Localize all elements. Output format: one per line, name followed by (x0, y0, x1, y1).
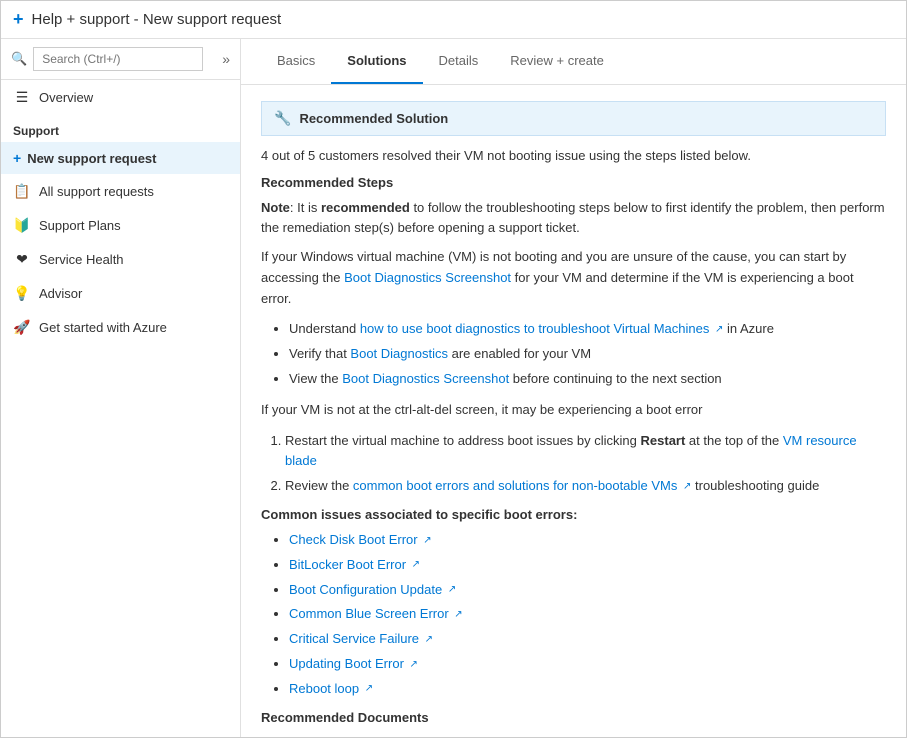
external-link-icon: ↗ (454, 609, 462, 620)
boot-diagnostics-screenshot-link-1[interactable]: Boot Diagnostics Screenshot (344, 270, 511, 285)
list-item: Review the common boot errors and soluti… (285, 476, 886, 497)
common-blue-screen-error-link[interactable]: Common Blue Screen Error (289, 606, 449, 621)
list-item: Restart the virtual machine to address b… (285, 431, 886, 473)
sidebar-item-label: New support request (27, 151, 156, 166)
sidebar-item-label: Get started with Azure (39, 320, 167, 335)
bullets-list-1: Understand how to use boot diagnostics t… (289, 319, 886, 389)
list-item: Verify that Boot Diagnostics are enabled… (289, 344, 886, 365)
tab-details[interactable]: Details (423, 39, 495, 84)
recommended-solution-box: 🔧 Recommended Solution (261, 101, 886, 136)
advisor-icon: 💡 (13, 284, 31, 302)
plus-icon: + (13, 150, 21, 166)
external-link-icon: ↗ (448, 584, 456, 595)
recommended-docs-heading: Recommended Documents (261, 710, 886, 725)
external-link-icon: ↗ (715, 324, 723, 335)
external-link-icon: ↗ (410, 659, 418, 670)
recommended-solution-header: 🔧 Recommended Solution (262, 102, 885, 135)
para2: If your VM is not at the ctrl-alt-del sc… (261, 400, 886, 421)
sidebar-item-new-support-request[interactable]: + New support request (1, 142, 240, 174)
tab-basics[interactable]: Basics (261, 39, 331, 84)
sidebar-item-advisor[interactable]: 💡 Advisor (1, 276, 240, 310)
sidebar-item-overview[interactable]: ☰ Overview (1, 80, 240, 114)
list-item: View the Boot Diagnostics Screenshot bef… (289, 369, 886, 390)
list-item: Updating Boot Error ↗ (289, 654, 886, 675)
list-item: Review the RDP troubleshooting guide ↗ (289, 733, 886, 737)
solution-content: 4 out of 5 customers resolved their VM n… (241, 136, 906, 737)
steps-heading: Recommended Steps (261, 175, 886, 190)
list-item: BitLocker Boot Error ↗ (289, 555, 886, 576)
tab-solutions[interactable]: Solutions (331, 39, 422, 84)
external-link-icon: ↗ (412, 559, 420, 570)
wrench-icon: 🔧 (274, 110, 291, 127)
common-boot-errors-link[interactable]: common boot errors and solutions for non… (353, 478, 677, 493)
note-block: Note: It is recommended to follow the tr… (261, 198, 886, 237)
list-item: Reboot loop ↗ (289, 679, 886, 700)
sidebar-item-label: Overview (39, 90, 93, 105)
heart-icon: ❤ (13, 250, 31, 268)
boot-errors-list: Check Disk Boot Error ↗ BitLocker Boot E… (289, 530, 886, 700)
sidebar-item-label: Service Health (39, 252, 124, 267)
app-icon: + (13, 9, 24, 30)
search-icon: 🔍 (11, 51, 27, 67)
sidebar-item-label: Support Plans (39, 218, 121, 233)
right-panel: Basics Solutions Details Review + create… (241, 39, 906, 737)
stat-line: 4 out of 5 customers resolved their VM n… (261, 148, 886, 163)
rdp-troubleshooting-guide-link[interactable]: Review the RDP troubleshooting guide (289, 735, 512, 737)
sidebar-item-label: All support requests (39, 184, 154, 199)
external-link-icon: ↗ (425, 634, 433, 645)
updating-boot-error-link[interactable]: Updating Boot Error (289, 656, 404, 671)
rocket-icon: 🚀 (13, 318, 31, 336)
boot-diagnostics-link[interactable]: Boot Diagnostics (350, 346, 448, 361)
list-item: Check Disk Boot Error ↗ (289, 530, 886, 551)
external-link-icon: ↗ (365, 683, 373, 694)
search-input[interactable] (33, 47, 203, 71)
external-link-icon: ↗ (423, 535, 431, 546)
sidebar-item-support-plans[interactable]: 🔰 Support Plans (1, 208, 240, 242)
boot-diagnostics-troubleshoot-link[interactable]: how to use boot diagnostics to troublesh… (360, 321, 710, 336)
sidebar-item-get-started[interactable]: 🚀 Get started with Azure (1, 310, 240, 344)
list-icon: 📋 (13, 182, 31, 200)
sidebar-item-label: Advisor (39, 286, 82, 301)
list-item: Boot Configuration Update ↗ (289, 580, 886, 601)
support-section-label: Support (1, 114, 240, 142)
collapse-icon[interactable]: » (222, 51, 230, 67)
sidebar-item-service-health[interactable]: ❤ Service Health (1, 242, 240, 276)
boot-diagnostics-screenshot-link-2[interactable]: Boot Diagnostics Screenshot (342, 371, 509, 386)
critical-service-failure-link[interactable]: Critical Service Failure (289, 631, 419, 646)
recommended-solution-title: Recommended Solution (299, 111, 448, 126)
para1: If your Windows virtual machine (VM) is … (261, 247, 886, 309)
shield-icon: 🔰 (13, 216, 31, 234)
overview-icon: ☰ (13, 88, 31, 106)
list-item: Understand how to use boot diagnostics t… (289, 319, 886, 340)
search-box: 🔍 » (1, 39, 240, 80)
check-disk-boot-error-link[interactable]: Check Disk Boot Error (289, 532, 418, 547)
external-link-icon: ↗ (683, 481, 691, 492)
page-title: Help + support - New support request (32, 11, 282, 28)
vm-resource-blade-link[interactable]: VM resource blade (285, 433, 857, 469)
list-item: Common Blue Screen Error ↗ (289, 604, 886, 625)
tab-review-create[interactable]: Review + create (494, 39, 620, 84)
wizard-tabs: Basics Solutions Details Review + create (241, 39, 906, 85)
sidebar-nav: ☰ Overview Support + New support request… (1, 80, 240, 737)
docs-list: Review the RDP troubleshooting guide ↗ A… (289, 733, 886, 737)
common-issues-heading: Common issues associated to specific boo… (261, 507, 886, 522)
content-area: 🔧 Recommended Solution 4 out of 5 custom… (241, 85, 906, 737)
sidebar: 🔍 » ☰ Overview Support + New support req… (1, 39, 241, 737)
reboot-loop-link[interactable]: Reboot loop (289, 681, 359, 696)
numbered-list-1: Restart the virtual machine to address b… (285, 431, 886, 497)
boot-configuration-update-link[interactable]: Boot Configuration Update (289, 582, 442, 597)
sidebar-item-all-support-requests[interactable]: 📋 All support requests (1, 174, 240, 208)
bitlocker-boot-error-link[interactable]: BitLocker Boot Error (289, 557, 406, 572)
list-item: Critical Service Failure ↗ (289, 629, 886, 650)
